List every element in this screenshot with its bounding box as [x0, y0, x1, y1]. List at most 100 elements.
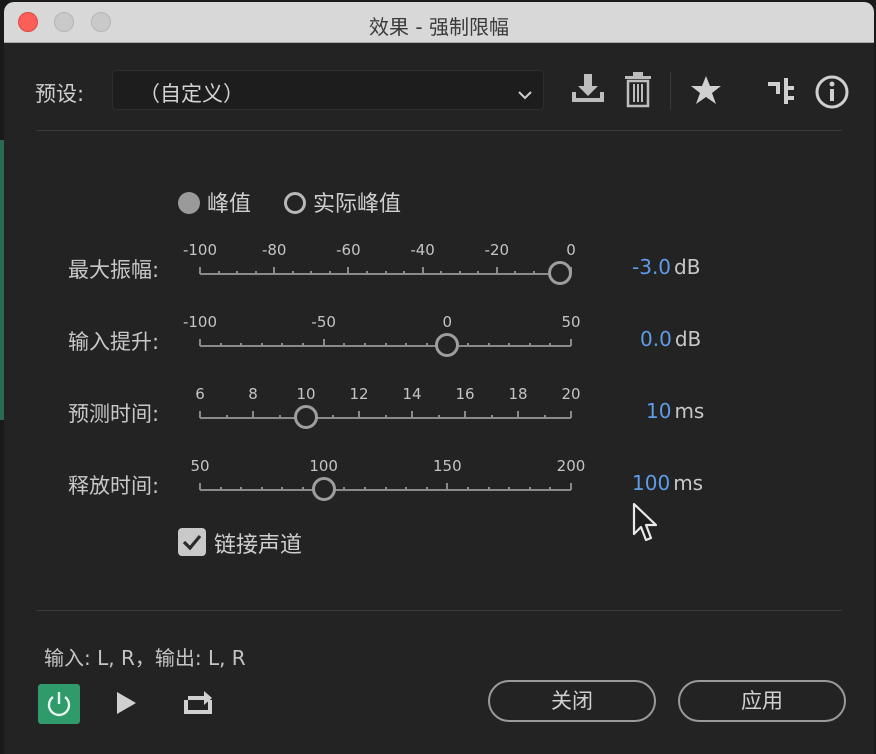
slider-major-tick [252, 411, 254, 418]
info-icon[interactable] [814, 74, 850, 114]
slider-minor-tick [302, 487, 305, 491]
slider-minor-tick [343, 343, 346, 347]
max-amplitude-unit: dB [674, 255, 701, 279]
mode-option-peak[interactable]: 峰值 [178, 186, 251, 218]
slider-minor-tick [425, 487, 428, 491]
star-icon[interactable] [690, 74, 722, 110]
lookahead-time-slider[interactable]: 6 8 10 12 14 16 18 20 [195, 385, 581, 449]
slider-minor-tick [240, 343, 243, 347]
slider-tick-label: 8 [248, 385, 258, 403]
power-icon [47, 692, 71, 717]
toolbar-divider [670, 72, 671, 110]
preset-dropdown[interactable]: （自定义） [112, 70, 544, 110]
slider-minor-tick [331, 415, 334, 419]
slider-minor-tick [260, 487, 263, 491]
slider-major-tick [570, 411, 572, 418]
slider-tick-label: 50 [190, 457, 210, 475]
slider-minor-tick [490, 415, 493, 419]
apply-button[interactable]: 应用 [678, 680, 846, 722]
slider-minor-tick [425, 343, 428, 347]
max-amplitude-value[interactable]: -3.0 dB [632, 255, 700, 279]
slider-minor-tick [543, 415, 546, 419]
slider-minor-tick [363, 487, 366, 491]
slider-minor-tick [384, 415, 387, 419]
slider-tick-label: -100 [182, 313, 218, 331]
release-time-value[interactable]: 100 ms [632, 471, 703, 495]
divider-bottom [36, 610, 842, 611]
divider-top [36, 130, 842, 131]
slider-minor-tick [532, 271, 535, 275]
slider-major-tick [411, 411, 413, 418]
trash-icon[interactable] [624, 72, 652, 112]
slider-major-tick [495, 267, 498, 274]
input-boost-value[interactable]: 0.0 dB [640, 327, 701, 351]
slider-minor-tick [508, 487, 511, 491]
play-icon[interactable] [114, 690, 138, 720]
slider-major-tick [199, 339, 201, 346]
slider-major-tick [517, 411, 519, 418]
slider-tick-label: 150 [433, 457, 462, 475]
link-channels-checkbox[interactable] [178, 528, 206, 556]
slider-minor-tick [254, 271, 257, 275]
effect-dialog: 效果 - 强制限幅 预设: （自定义） 峰值 实际峰值 最大振幅: -100 -… [4, 2, 874, 754]
slider-tick-label: 200 [556, 457, 586, 475]
slider-minor-tick [384, 271, 387, 275]
slider-thumb[interactable] [311, 477, 336, 501]
max-amplitude-label: 最大振幅: [68, 258, 160, 282]
chevron-down-icon [517, 85, 533, 104]
slider-tick-label: 0 [442, 313, 453, 331]
mouse-cursor-icon [632, 502, 660, 548]
routing-icon[interactable] [766, 76, 796, 110]
slider-tick-label: -60 [336, 241, 361, 259]
slider-minor-tick [508, 343, 511, 347]
slider-major-tick [570, 339, 572, 346]
slider-minor-tick [302, 343, 305, 347]
input-boost-slider[interactable]: -100 -50 0 50 [183, 313, 581, 377]
mode-option-label: 实际峰值 [313, 192, 402, 217]
download-preset-icon[interactable] [570, 72, 606, 110]
slider-minor-tick [281, 487, 284, 491]
slider-minor-tick [384, 487, 387, 491]
power-toggle-button[interactable] [38, 684, 80, 724]
slider-tick-label: 100 [309, 457, 338, 475]
slider-minor-tick [281, 343, 284, 347]
slider-tick-label: -40 [410, 241, 435, 259]
slider-minor-tick [437, 415, 440, 419]
release-time-label: 释放时间: [68, 474, 160, 498]
lookahead-time-unit: ms [674, 399, 705, 423]
close-button[interactable]: 关闭 [488, 680, 656, 722]
slider-major-tick [358, 411, 360, 418]
slider-tick-label: -100 [182, 241, 218, 259]
slider-minor-tick [363, 343, 366, 347]
slider-tick-label: -80 [261, 241, 287, 259]
slider-major-tick [421, 267, 424, 274]
slider-minor-tick [225, 415, 228, 419]
slider-thumb[interactable] [294, 405, 318, 429]
slider-minor-tick [487, 487, 490, 491]
lookahead-time-value[interactable]: 10 ms [646, 399, 704, 423]
slider-thumb[interactable] [547, 261, 572, 285]
slider-major-tick [347, 267, 350, 274]
slider-minor-tick [217, 271, 220, 275]
max-amplitude-slider[interactable]: -100 -80 -60 -40 -20 0 [183, 241, 576, 305]
slider-major-tick [273, 267, 276, 274]
slider-minor-tick [440, 271, 443, 275]
slider-tick-label: 20 [561, 385, 581, 403]
slider-tick-label: -50 [311, 313, 336, 331]
slider-thumb[interactable] [435, 333, 460, 357]
title-bar[interactable]: 效果 - 强制限幅 [4, 2, 874, 43]
radio-selected-icon [178, 192, 200, 214]
input-boost-unit: dB [674, 327, 702, 351]
slider-major-tick [570, 483, 572, 490]
release-time-slider[interactable]: 50 100 150 200 [190, 457, 585, 521]
slider-minor-tick [549, 487, 552, 491]
loop-icon[interactable] [180, 688, 216, 722]
slider-minor-tick [384, 343, 387, 347]
slider-minor-tick [219, 343, 222, 347]
lookahead-time-label: 预测时间: [68, 402, 160, 426]
slider-minor-tick [458, 271, 461, 275]
input-boost-label: 输入提升: [68, 330, 160, 354]
slider-minor-tick [240, 487, 243, 491]
mode-option-true-peak[interactable]: 实际峰值 [284, 186, 401, 218]
preset-label: 预设: [35, 82, 85, 106]
